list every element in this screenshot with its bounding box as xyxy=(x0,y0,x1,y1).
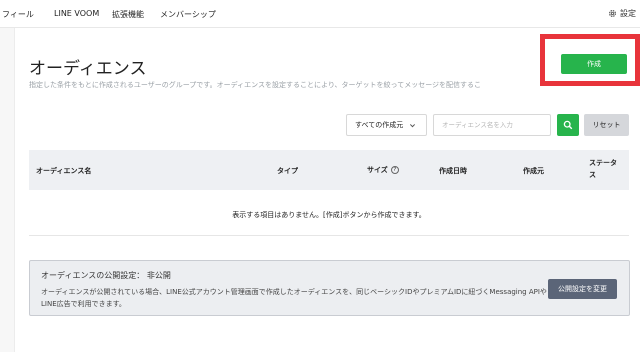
audience-panel: オーディエンス 指定した条件をもとに作成されるユーザーのグループです。オーディエ… xyxy=(14,28,640,352)
column-header-creator[interactable]: 作成元 xyxy=(523,166,544,176)
top-navigation: フィール LINE VOOM 拡張機能 メンバーシップ 設定 xyxy=(0,0,640,28)
nav-item-membership[interactable]: メンバーシップ xyxy=(160,9,216,20)
search-button[interactable] xyxy=(557,114,579,136)
gear-icon xyxy=(608,9,617,18)
page-title: オーディエンス xyxy=(29,59,147,79)
nav-item-line-voom[interactable]: LINE VOOM xyxy=(54,9,99,18)
nav-item-extensions[interactable]: 拡張機能 xyxy=(112,9,144,20)
column-header-created[interactable]: 作成日時 xyxy=(439,166,467,176)
settings-label: 設定 xyxy=(620,9,636,18)
column-header-name[interactable]: オーディエンス名 xyxy=(36,166,91,176)
creator-filter-value: すべての作成元 xyxy=(355,121,404,129)
column-header-type[interactable]: タイプ xyxy=(277,166,298,176)
change-privacy-button[interactable]: 公開設定を変更 xyxy=(548,279,617,299)
page-description: 指定した条件をもとに作成されるユーザーのグループです。オーディエンスを設定するこ… xyxy=(29,81,482,89)
settings-link[interactable]: 設定 xyxy=(608,8,636,19)
privacy-description: オーディエンスが公開されている場合、LINE公式アカウント管理画面で作成したオー… xyxy=(41,288,547,308)
info-icon[interactable]: ? xyxy=(390,166,399,174)
chevron-down-icon xyxy=(410,123,416,127)
privacy-settings-panel: オーディエンスの公開設定： 非公開 オーディエンスが公開されている場合、LINE… xyxy=(29,260,630,316)
search-icon xyxy=(563,120,573,130)
privacy-status-title: オーディエンスの公開設定： 非公開 xyxy=(41,271,171,280)
create-button[interactable]: 作成 xyxy=(561,54,627,74)
table-header: オーディエンス名 タイプ サイズ? 作成日時 作成元 ステータス xyxy=(29,150,629,190)
empty-state-message: 表示する項目はありません。[作成]ボタンから作成できます。 xyxy=(232,211,426,219)
nav-item-profile[interactable]: フィール xyxy=(2,9,34,20)
content-area: オーディエンス 指定した条件をもとに作成されるユーザーのグループです。オーディエ… xyxy=(0,28,640,352)
column-header-status[interactable]: ステータス xyxy=(589,157,621,181)
column-header-size-label: サイズ xyxy=(367,166,388,174)
column-header-size[interactable]: サイズ? xyxy=(367,165,399,175)
audience-search-input[interactable] xyxy=(433,114,551,136)
creator-filter-select[interactable]: すべての作成元 xyxy=(346,114,427,136)
table-empty-row: 表示する項目はありません。[作成]ボタンから作成できます。 xyxy=(29,190,629,236)
reset-button[interactable]: リセット xyxy=(584,114,629,136)
